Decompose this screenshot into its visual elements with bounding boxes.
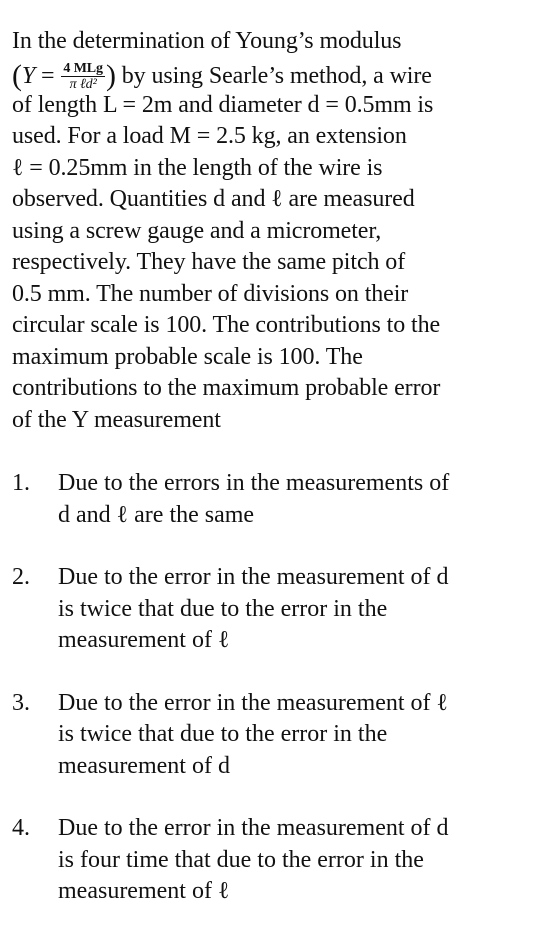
- answer-option-3[interactable]: 3. Due to the error in the measurement o…: [12, 688, 542, 783]
- option-line: d and ℓ are the same: [58, 501, 255, 528]
- question-line-7: using a screw gauge and a micrometer,: [12, 217, 382, 244]
- option-line: measurement of ℓ: [58, 627, 230, 653]
- option-line: Due to the errors in the measurements of: [58, 470, 450, 496]
- option-line: Due to the error in the measurement of d: [58, 815, 449, 841]
- option-number: 4.: [12, 815, 30, 841]
- answer-option-2[interactable]: 2. Due to the error in the measurement o…: [12, 562, 542, 657]
- formula-equals: =: [41, 62, 55, 89]
- option-number: 1.: [12, 470, 30, 496]
- question-page: In the determination of Young’s modulus …: [12, 26, 542, 939]
- answer-option-1[interactable]: 1. Due to the errors in the measurements…: [12, 468, 542, 531]
- option-line: Due to the error in the measurement of d: [58, 564, 449, 590]
- question-line-11: maximum probable scale is 100. The: [12, 343, 363, 370]
- option-line: measurement of d: [58, 752, 230, 779]
- formula-numerator: 4 MLg: [61, 61, 105, 78]
- left-parenthesis: (: [12, 58, 22, 92]
- option-line: measurement of ℓ: [58, 878, 230, 904]
- question-line-4: used. For a load M = 2.5 kg, an extensio…: [12, 123, 407, 149]
- option-number: 3.: [12, 689, 30, 716]
- answer-option-4[interactable]: 4. Due to the error in the measurement o…: [12, 813, 542, 908]
- question-line-1: In the determination of Young’s modulus: [12, 28, 402, 54]
- option-line: is twice that due to the error in the: [58, 595, 388, 622]
- formula-lhs: Y: [21, 62, 36, 89]
- question-stem: In the determination of Young’s modulus …: [12, 26, 542, 436]
- option-line: is twice that due to the error in the: [58, 721, 388, 747]
- question-line-3: of length L = 2m and diameter d = 0.5mm …: [12, 91, 434, 118]
- question-line-13: of the Y measurement: [12, 406, 221, 433]
- question-line-6: observed. Quantities d and ℓ are measure…: [12, 186, 415, 212]
- option-number: 2.: [12, 564, 30, 590]
- option-text: Due to the error in the measurement of ℓ…: [58, 688, 542, 783]
- option-text: Due to the error in the measurement of d…: [58, 562, 542, 657]
- question-line-5: ℓ = 0.25mm in the length of the wire is: [12, 154, 383, 181]
- option-text: Due to the error in the measurement of d…: [58, 813, 542, 908]
- question-line-2: (Y = 4 MLg π ℓd² ) by using Searle’s met…: [12, 58, 542, 94]
- question-line-10: circular scale is 100. The contributions…: [12, 312, 441, 338]
- right-parenthesis: ): [105, 58, 116, 92]
- answer-options: 1. Due to the errors in the measurements…: [12, 468, 542, 908]
- option-line: is four time that due to the error in th…: [58, 846, 424, 873]
- question-line-8: respectively. They have the same pitch o…: [12, 249, 406, 275]
- question-line-2-tail: by using Searle’s method, a wire: [121, 62, 432, 89]
- option-line: Due to the error in the measurement of ℓ: [58, 689, 449, 716]
- question-line-9: 0.5 mm. The number of divisions on their: [12, 280, 409, 307]
- question-line-12: contributions to the maximum probable er…: [12, 375, 441, 401]
- option-text: Due to the errors in the measurements of…: [58, 468, 542, 531]
- formula-fraction: 4 MLg π ℓd²: [61, 61, 105, 92]
